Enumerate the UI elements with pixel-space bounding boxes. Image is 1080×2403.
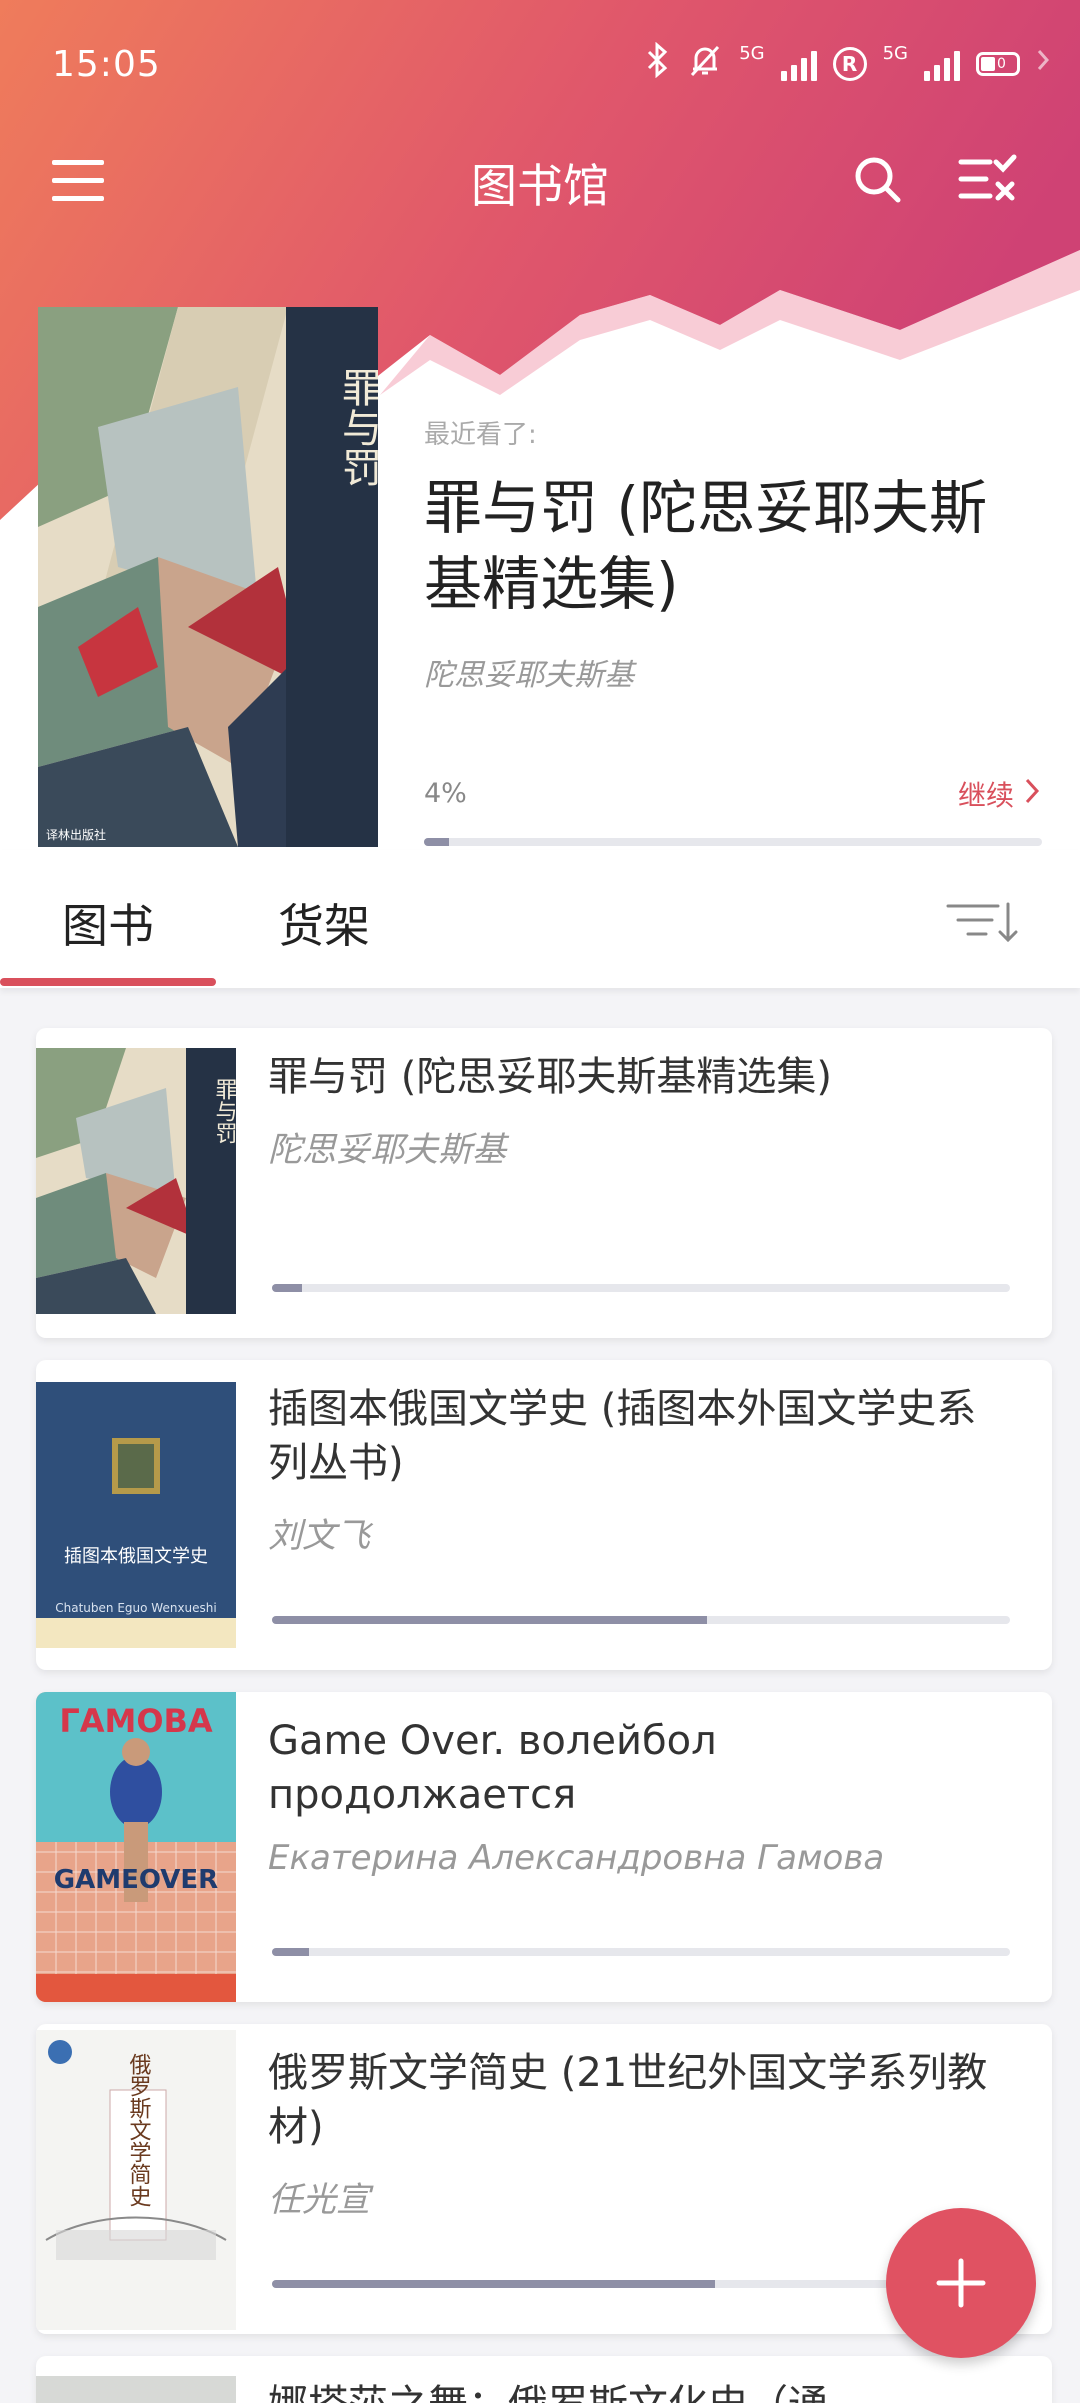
book-title: 娜塔莎之舞：俄罗斯文化史（通 <box>268 2378 988 2403</box>
book-author: Екатерина Александровна Гамова <box>268 1838 885 1878</box>
book-author: 任光宣 <box>268 2180 370 2220</box>
book-cover: ГАМОВА GAMEOVER <box>36 1692 236 2002</box>
signal-icon-2 <box>924 47 960 81</box>
book-card[interactable]: 罪与罚 罪与罚 (陀思妥耶夫斯基精选集) 陀思妥耶夫斯基 <box>36 1028 1052 1338</box>
tab-shelves[interactable]: 货架 <box>278 890 370 956</box>
book-author: 陀思妥耶夫斯基 <box>268 1130 506 1170</box>
book-author: 刘文飞 <box>268 1516 370 1556</box>
svg-text:译林出版社: 译林出版社 <box>46 827 106 842</box>
recent-book-title[interactable]: 罪与罚 (陀思妥耶夫斯基精选集) <box>424 470 1024 622</box>
sort-icon[interactable] <box>946 898 1022 946</box>
recent-progress-bar <box>424 838 1042 846</box>
status-icons: 5G R 5G 0 <box>643 41 1050 85</box>
cover-title-text: 罪与罚 <box>335 367 378 487</box>
app-bar: 图书馆 <box>0 130 1080 230</box>
plus-icon <box>936 2258 986 2308</box>
network-type-1: 5G <box>739 43 765 64</box>
book-card[interactable]: ГАМОВА GAMEOVER Game Over. волейбол прод… <box>36 1692 1052 2002</box>
recent-book-cover[interactable]: 罪与罚 译林出版社 <box>38 307 378 847</box>
cover-title-text: 罪与罚 <box>212 1078 237 1144</box>
chevron-right-icon <box>1036 48 1050 79</box>
book-title: Game Over. волейбол продолжается <box>268 1718 717 1818</box>
search-icon[interactable] <box>852 154 902 204</box>
continue-label: 继续 <box>957 779 1014 812</box>
book-title: 插图本俄国文学史 (插图本外国文学史系列丛书) <box>268 1386 977 1486</box>
cover-title-text: 俄罗斯文学简史 <box>126 2053 152 2207</box>
library-screen: 15:05 5G R 5G 0 图书馆 罪与罚 译林出版社 最近看了: 罪与罚 … <box>0 0 1080 2403</box>
tab-indicator <box>0 978 216 986</box>
book-title: 俄罗斯文学简史 (21世纪外国文学系列教材) <box>268 2050 988 2150</box>
battery-icon: 0 <box>976 51 1020 76</box>
book-card[interactable]: 插图本俄国文学史 Chatuben Eguo Wenxueshi 插图本俄国文学… <box>36 1360 1052 1670</box>
roaming-icon: R <box>832 46 867 81</box>
book-cover: 俄罗斯文学简史 <box>36 2030 236 2330</box>
book-progress-bar <box>272 1616 1010 1624</box>
book-title: 罪与罚 (陀思妥耶夫斯基精选集) <box>268 1054 832 1100</box>
book-cover <box>36 2376 236 2403</box>
bluetooth-icon <box>643 41 671 85</box>
continue-button[interactable]: 继续 <box>958 774 1040 814</box>
network-type-2: 5G <box>882 43 908 64</box>
cover-title-text: ГАМОВА <box>59 1702 213 1740</box>
cover-title-text: 插图本俄国文学史 <box>64 1546 208 1567</box>
book-cover: 罪与罚 <box>36 1048 237 1314</box>
book-cover: 插图本俄国文学史 Chatuben Eguo Wenxueshi <box>36 1382 236 1648</box>
cover-subtitle-text: Chatuben Eguo Wenxueshi <box>55 1601 216 1615</box>
chevron-right-icon <box>1024 777 1040 812</box>
page-title: 图书馆 <box>471 159 609 213</box>
book-progress-bar <box>272 1948 1010 1956</box>
book-card[interactable]: 娜塔莎之舞：俄罗斯文化史（通 <box>36 2356 1052 2403</box>
tab-bar: 图书 货架 <box>0 850 1080 988</box>
recent-label: 最近看了: <box>424 420 537 450</box>
book-progress-bar <box>272 1284 1010 1292</box>
mute-bell-icon <box>687 42 723 85</box>
status-time: 15:05 <box>52 44 161 85</box>
recent-book-author: 陀思妥耶夫斯基 <box>424 658 634 693</box>
cover-subtitle-text: GAMEOVER <box>54 1865 218 1895</box>
recent-progress-text: 4% <box>424 778 467 809</box>
add-book-button[interactable] <box>886 2208 1036 2358</box>
tab-books[interactable]: 图书 <box>62 890 154 956</box>
select-list-icon[interactable] <box>958 154 1018 204</box>
status-bar: 15:05 5G R 5G 0 <box>0 0 1080 130</box>
signal-icon <box>780 47 817 81</box>
